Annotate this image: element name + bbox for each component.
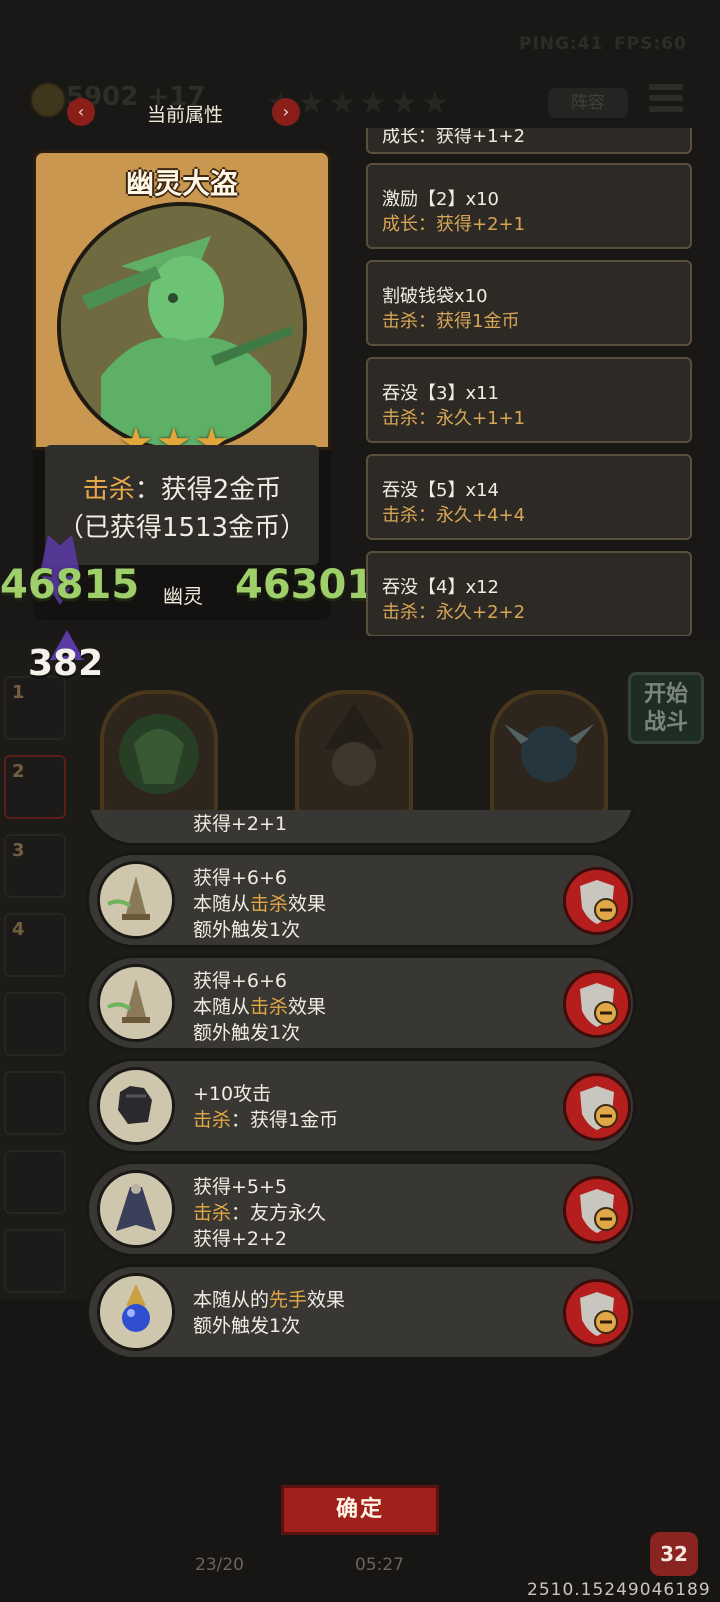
deck-count: 23/20 [195, 1555, 244, 1575]
shield-minus-icon [580, 1086, 618, 1130]
attr-item: 激励【2】x10 成长：获得+2+1 [366, 163, 692, 249]
prev-attr-button[interactable]: ‹ [67, 98, 95, 126]
attr-item: 吞没【4】x12 击杀：永久+2+2 [366, 551, 692, 636]
hero-effect-text: 击杀：获得2金币 [45, 469, 319, 506]
hero-effect-box: 击杀：获得2金币 （已获得1513金币） [45, 445, 319, 565]
attr-item: 吞没【5】x14 击杀：永久+4+4 [366, 454, 692, 540]
hero-attack-value: 46815 [0, 562, 140, 608]
equipment-list[interactable]: 获得+2+1 获得+6+6 本随从击杀效果 额外触发1次 获得+6+6 本随从击… [86, 810, 641, 1358]
attr-line-2: 成长：获得+2+1 [382, 214, 526, 235]
equipment-text: 获得+6+6 本随从击杀效果 额外触发1次 [193, 970, 327, 1044]
equipment-item-partial: 获得+2+1 [86, 810, 636, 846]
orb-icon [97, 1273, 175, 1351]
cloak-icon [97, 1170, 175, 1248]
attr-line-1: 激励【2】x10 [382, 189, 500, 210]
ghost-thief-portrait [61, 206, 303, 448]
damage-number: 382 [28, 643, 104, 684]
shield-minus-icon [580, 1189, 618, 1233]
remove-equipment-button[interactable] [563, 1279, 631, 1347]
hero-effect-detail: ：获得2金币 [134, 475, 282, 505]
attr-line-1: 吞没【4】x12 [382, 577, 500, 598]
shield-minus-icon [580, 880, 618, 924]
bell-icon [97, 861, 175, 939]
equipment-text: 本随从的先手效果 额外触发1次 [193, 1289, 346, 1337]
remove-equipment-button[interactable] [563, 970, 631, 1038]
equipment-text: 获得+5+5 击杀：友方永久 获得+2+2 [193, 1176, 327, 1250]
attr-line-2: 击杀：永久+4+4 [382, 505, 526, 526]
next-attr-button[interactable]: › [272, 98, 300, 126]
glove-icon [97, 1067, 175, 1145]
attr-line-1: 成长：获得+1+2 [382, 128, 526, 147]
equipment-item: 获得+5+5 击杀：友方永久 获得+2+2 [86, 1161, 636, 1257]
attr-line-2: 击杀：永久+2+2 [382, 602, 526, 623]
attr-item: 吞没【3】x11 击杀：永久+1+1 [366, 357, 692, 443]
hero-tribe-label: 幽灵 [163, 584, 203, 608]
version-string: 2510.15249046189 [527, 1580, 711, 1600]
attr-line-2: 击杀：永久+1+1 [382, 408, 526, 429]
attr-item: 割破钱袋x10 击杀：获得1金币 [366, 260, 692, 346]
player-health: 32 [650, 1532, 698, 1576]
equipment-text: 获得+2+1 [193, 813, 288, 835]
attr-line-1: 吞没【5】x14 [382, 480, 500, 501]
shield-minus-icon [580, 983, 618, 1027]
turn-timer: 05:27 [355, 1555, 404, 1575]
keyword-kill: 击杀 [82, 475, 135, 505]
equipment-text: +10攻击 击杀：获得1金币 [193, 1083, 339, 1131]
attr-line-1: 吞没【3】x11 [382, 383, 500, 404]
hero-health-value: 46301 [235, 562, 375, 608]
hero-name: 幽灵大盗 [125, 167, 238, 200]
attr-line-1: 割破钱袋x10 [382, 286, 488, 307]
attribute-list[interactable]: 成长：获得+1+2 激励【2】x10 成长：获得+2+1 割破钱袋x10 击杀：… [360, 128, 702, 636]
equipment-text: 获得+6+6 本随从击杀效果 额外触发1次 [193, 867, 327, 941]
remove-equipment-button[interactable] [563, 867, 631, 935]
equipment-item: 获得+6+6 本随从击杀效果 额外触发1次 [86, 852, 636, 948]
equipment-item: 本随从的先手效果 额外触发1次 [86, 1264, 636, 1358]
remove-equipment-button[interactable] [563, 1073, 631, 1141]
hero-gold-obtained: （已获得1513金币） [57, 513, 307, 543]
remove-equipment-button[interactable] [563, 1176, 631, 1244]
equipment-item: 获得+6+6 本随从击杀效果 额外触发1次 [86, 955, 636, 1051]
confirm-button[interactable]: 确定 [281, 1485, 439, 1535]
attr-line-2: 击杀：获得1金币 [382, 311, 520, 332]
bell-icon [97, 964, 175, 1042]
shield-minus-icon [580, 1292, 618, 1336]
equipment-item: +10攻击 击杀：获得1金币 [86, 1058, 636, 1154]
attr-panel-title: 当前属性 [146, 104, 223, 126]
attr-item: 成长：获得+1+2 [366, 128, 692, 154]
hero-portrait [57, 202, 307, 452]
hero-card: 幽灵大盗 ★★★ 击杀：获得2金币 （已获得1513金币） 幽灵 [33, 150, 331, 620]
